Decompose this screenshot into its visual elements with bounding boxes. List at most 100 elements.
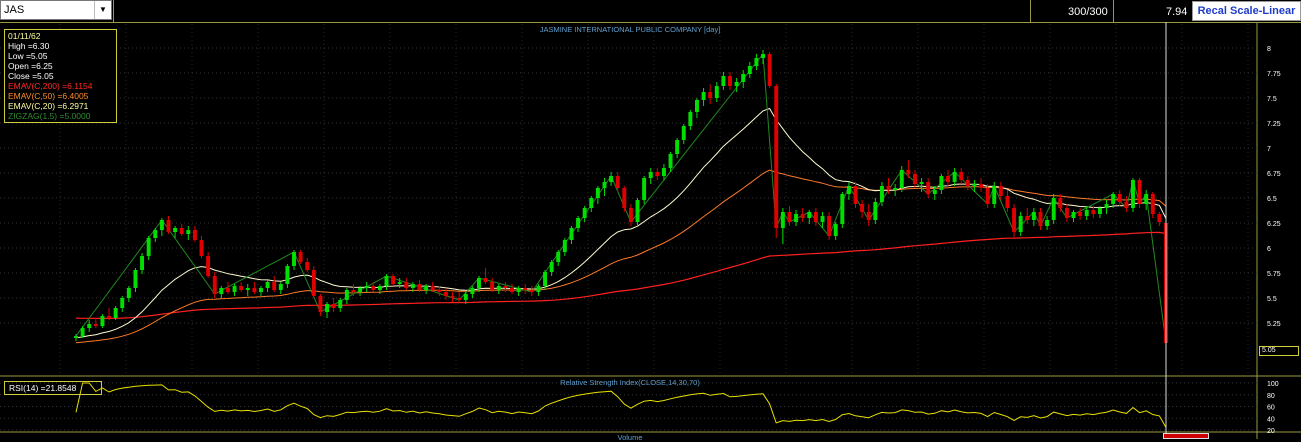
info-close: Close =5.05 [8,71,54,81]
candle-body [331,304,336,308]
down-candle [860,200,865,218]
up-candle [694,98,699,118]
up-candle [87,320,92,332]
candle-body [622,188,627,208]
rsi-axis-labels: 20 40 60 80 100 [1267,381,1279,435]
candle-body [140,256,145,270]
candle-body [318,296,323,312]
candle-body [747,66,752,74]
candle-body [780,212,785,228]
up-candle [470,286,475,298]
down-candle [179,224,184,236]
candle-body [496,286,501,290]
candle-body [893,188,898,190]
down-candle [1157,212,1162,226]
up-candle [761,50,766,64]
candle-body [265,282,270,288]
up-candle [219,286,224,298]
candle-body [1038,212,1043,226]
candle-body [648,172,653,178]
candle-body [239,286,244,290]
candle-body [1064,208,1069,218]
candle-body [179,228,184,234]
rsi-tick-label: 20 [1267,428,1275,435]
candle-body [721,76,726,86]
candle-body [549,262,554,272]
candle-body [424,286,429,290]
down-candle [774,84,779,238]
candle-body [364,286,369,288]
up-candle [186,226,191,240]
down-candle [1025,208,1030,224]
candle-body [952,172,957,182]
candle-body [701,92,706,100]
candle-body [708,92,713,98]
up-candle [113,306,118,320]
candle-body [463,294,468,300]
candle-body [1130,180,1135,208]
up-candle [939,174,944,194]
candle-body [523,288,528,290]
up-candle [549,260,554,276]
down-candle [225,282,230,294]
candle-body [959,172,964,180]
candle-body [430,286,435,290]
down-candle [206,252,211,278]
down-candle [305,258,310,272]
up-candle [265,280,270,292]
info-open: Open =6.25 [8,61,53,71]
info-date: 01/11/62 [8,31,41,41]
volume-title: Volume [617,433,643,442]
candle-body [325,304,330,312]
down-candle [298,250,303,264]
candle-body [728,76,732,86]
candle-body [166,220,171,232]
candle-body [338,300,343,308]
down-candle [655,168,660,180]
up-candle [675,138,680,158]
candle-body [285,266,290,284]
zigzag-path [75,52,1167,344]
candle-body [404,282,409,288]
candle-body [173,228,178,232]
up-candle [278,282,283,294]
candle-body [556,252,561,262]
candle-body [344,290,349,300]
candle-body [668,154,673,168]
candle-body [358,288,363,292]
chart-canvas[interactable]: 5.25 5.5 5.75 6 6.25 6.5 6.75 7 7.25 7.5 7.75 8 20 4… [0,0,1301,439]
down-candle [1064,204,1069,222]
candle-body [212,276,217,294]
candle-body [133,270,138,288]
candle-body [1111,194,1116,204]
up-candle [609,172,614,186]
candle-body [443,292,448,296]
down-candle [490,278,495,292]
candle-body [153,230,158,238]
candle-body [120,298,125,308]
up-candle [688,110,693,130]
up-candle [952,168,957,186]
down-candle [1137,178,1142,208]
rsi-line [75,382,1167,428]
candle-body [800,214,805,218]
candle-body [536,286,541,292]
down-candle [866,204,871,226]
candle-body [1084,210,1089,216]
candle-body [992,186,997,204]
candle-body [292,252,296,266]
candle-body [397,282,402,284]
up-candle [344,288,349,304]
up-candle [292,250,296,270]
price-axis-labels: 5.25 5.5 5.75 6 6.25 6.5 6.75 7 7.25 7.5 7.75 8 [1267,46,1281,328]
up-candle [582,206,587,222]
down-candle [391,274,396,286]
up-candle [701,88,706,106]
scroll-button[interactable] [1163,433,1209,439]
up-candle [245,284,250,296]
rsi-tick-label: 80 [1267,393,1275,400]
candle-body [252,288,257,292]
up-candle [807,210,812,224]
up-candle [846,182,851,200]
up-candle [126,286,131,302]
